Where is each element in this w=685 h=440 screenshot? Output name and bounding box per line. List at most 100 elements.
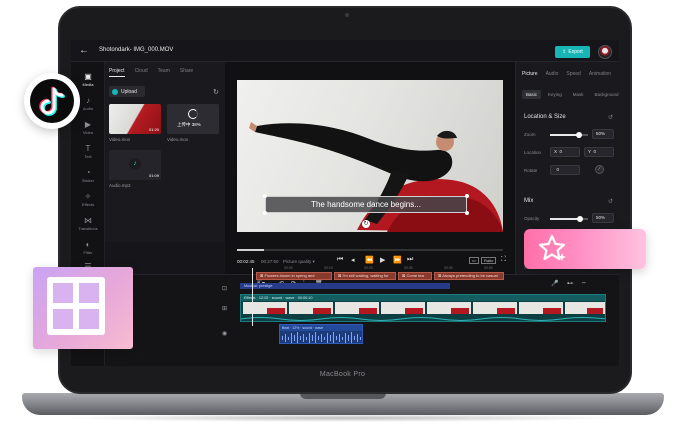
playback-progress-fill [237,249,264,251]
opacity-slider-knob[interactable] [577,216,584,222]
location-y-input[interactable]: Y 0 [584,147,614,157]
tab-picture[interactable]: Picture [522,71,538,77]
resize-handle[interactable] [263,194,267,198]
resize-handle[interactable] [465,194,469,198]
fullscreen-icon[interactable]: ⛶ [501,256,506,264]
rail-item-filter[interactable]: ◐ Filter [71,240,105,255]
aspect-icon[interactable]: ▭ [469,257,479,264]
frame-back-icon[interactable]: ◂ [351,256,355,264]
ruler-tick: 00:30 [404,266,413,270]
skip-forward-icon[interactable]: ⏭ [407,256,413,264]
magic-star-icon [538,234,566,261]
zoom-slider-knob[interactable] [575,132,582,138]
export-button[interactable]: ⇪ Export [555,46,590,58]
ruler-tick: 00:10 [324,266,333,270]
opacity-input[interactable]: 50% [592,213,614,223]
rail-label: Text [84,154,92,159]
tab-cloud[interactable]: Cloud [135,68,148,77]
media-tabs: Project Cloud Team Share [109,68,193,77]
media-thumb-video[interactable]: 01:20 [109,104,161,134]
effects-promo-card [524,229,646,269]
caption-text: Come tea [406,273,424,278]
video-track-clip[interactable]: Effects · 12:02 · sound · wave · 00:00:1… [240,294,606,322]
reset-icon[interactable]: ↺ [608,198,613,205]
video-frame[interactable]: The handsome dance begins... ↻ [237,80,503,232]
tab-speed[interactable]: Speed [566,71,580,77]
back-arrow-icon[interactable]: ← [79,45,89,56]
location-x-input[interactable]: X 0 [550,147,580,157]
skip-back-icon[interactable]: ⏮ [337,256,343,264]
camera-icon [345,13,349,17]
picture-subtabs: Basic Keying Mask Background [522,90,619,99]
reset-icon[interactable]: ↺ [608,114,613,121]
tab-project[interactable]: Project [109,68,125,77]
resize-handle[interactable] [465,211,469,215]
music-track[interactable]: Musical: prestige [240,283,450,289]
tab-share[interactable]: Share [180,68,193,77]
lock-track-icon[interactable]: ⊡ [222,285,227,292]
zoom-label: Zoom [524,132,536,137]
tab-audio[interactable]: Audio [546,71,559,77]
duration: 01:20 [148,127,159,132]
rotate-handle-icon[interactable]: ↻ [362,220,370,228]
ruler-tick: 00:20 [364,266,373,270]
refresh-icon[interactable]: ↻ [213,88,219,96]
playback-progress[interactable] [237,249,503,251]
audio-track-icon[interactable]: ◉ [222,330,227,337]
loading-spinner-icon [188,109,198,119]
play-icon[interactable]: ▶ [380,256,385,264]
picture-quality-dropdown[interactable]: Picture quality ▾ [283,259,315,265]
zoom-slider[interactable] [550,132,588,138]
caption-clip[interactable]: ⊠ I'm still waiting, waiting for [334,272,396,280]
rotate-input[interactable]: 0 [550,165,580,175]
timeline-playhead[interactable] [252,268,253,326]
rotate-dial-icon[interactable]: ∕ [595,165,604,174]
music-note-icon: ♪ [129,158,141,170]
rail-item-video[interactable]: ▶ Video [71,120,105,135]
link-icon[interactable]: ⊷ [567,280,573,287]
resize-handle[interactable] [263,211,267,215]
subtab-mask[interactable]: Mask [569,90,588,99]
ratio-button[interactable]: Ratio [481,257,497,264]
subtab-background[interactable]: Background [591,90,619,99]
subtab-basic[interactable]: Basic [522,90,542,99]
caption-clip[interactable]: ⊠ Always pretending to be casual [434,272,504,280]
tab-team[interactable]: Team [158,68,170,77]
opacity-slider[interactable] [550,216,588,222]
rail-item-text[interactable]: T Text [71,144,105,159]
rail-item-media[interactable]: ▣ Media [71,72,105,87]
microphone-icon[interactable]: 🎤 [551,280,558,287]
rotate-label: Rotate [524,168,538,173]
next-icon[interactable]: ⏩ [393,256,402,264]
upload-icon [112,88,118,95]
effects-icon: ✧ [84,192,92,201]
caption-clip[interactable]: ⊠ Flowers bloom in spring and [256,272,332,280]
project-title: Shotondark- IMG_000.MOV [99,47,174,53]
subtab-keying[interactable]: Keying [544,90,566,99]
audio-track-clip[interactable]: Beat · 12% · sound · wave [279,324,363,344]
zoom-timeline-icon[interactable]: ⇔ [581,280,587,286]
subtitle-box[interactable]: The handsome dance begins... [265,196,467,213]
caption-text: Flowers bloom in spring and [264,273,315,278]
rail-item-effects[interactable]: ✧ Effects [71,192,105,207]
opacity-label: Opacity [524,216,540,221]
prev-icon[interactable]: ⏪ [365,256,374,264]
rail-item-transitions[interactable]: ⋈ Transitions [71,216,105,231]
upload-status: 上传中 38% [177,122,201,127]
media-thumb-audio[interactable]: ♪ 01:09 [109,150,161,180]
zoom-slider-fill [550,134,579,136]
rail-item-sticker[interactable]: ◔ Sticker [71,168,105,183]
rail-label: Video [82,130,94,135]
tab-animation[interactable]: Animation [589,71,611,77]
upload-button[interactable]: Upload [109,86,145,97]
media-thumb-uploading[interactable]: 上传中 38% [167,104,219,134]
caption-clip[interactable]: ⊠ Come tea [398,272,432,280]
x-prefix: X [554,149,558,154]
quality-label: Picture quality [283,259,312,264]
filter-icon: ◐ [85,240,91,249]
ruler-tick: 00:00 [284,266,293,270]
video-track-icon[interactable]: ⊞ [222,305,227,312]
avatar[interactable] [598,45,612,59]
rotate-value: 0 [556,167,560,172]
zoom-input[interactable]: 50% [592,129,614,139]
